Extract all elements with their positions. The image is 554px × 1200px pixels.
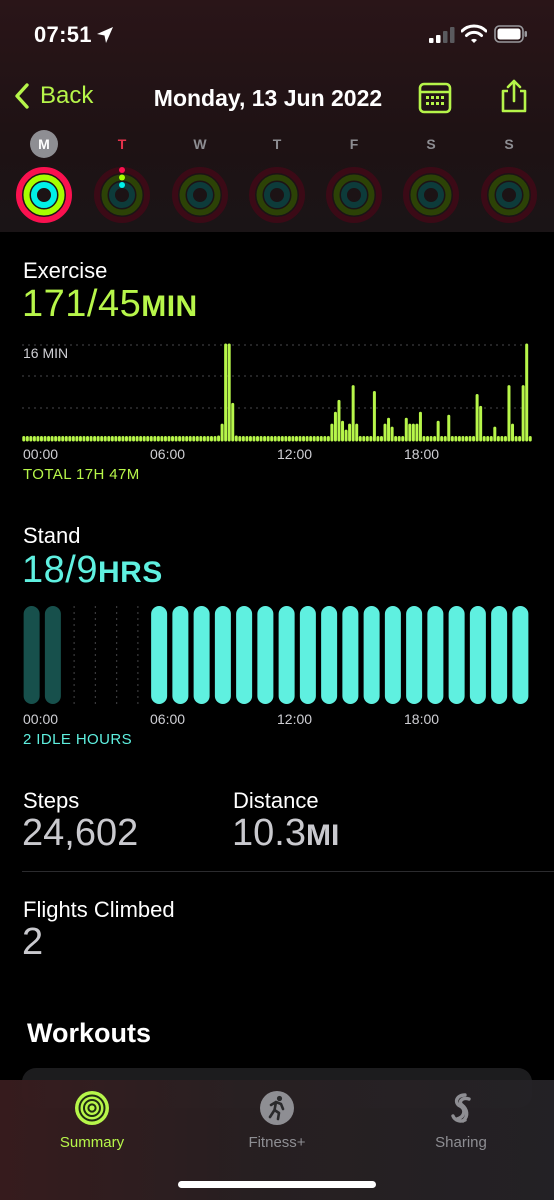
day-4[interactable]: F (324, 130, 384, 223)
exercise-x-label-2: 12:00 (277, 446, 313, 462)
steps-value: 24,602 (22, 812, 139, 854)
stand-hour-idle-bar (44, 606, 61, 704)
stand-chart (23, 606, 529, 704)
steps-label: Steps (23, 788, 80, 813)
activity-rings-icon (326, 167, 382, 223)
exercise-x-label-1: 06:00 (150, 446, 186, 462)
day-0[interactable]: M (14, 130, 74, 223)
workouts-heading: Workouts (27, 1018, 152, 1048)
stand-label: Stand (23, 523, 81, 548)
share-icon[interactable] (498, 78, 530, 114)
stats-divider (22, 871, 554, 872)
flights-value: 2 (22, 921, 44, 963)
stand-x-label-2: 12:00 (277, 711, 313, 727)
stand-hour-bar (342, 606, 359, 704)
stand-hour-bar (512, 606, 529, 704)
exercise-chart (22, 343, 532, 442)
stand-hour-bar (151, 606, 168, 704)
stand-hour-bar (172, 606, 189, 704)
day-3[interactable]: T (247, 130, 307, 223)
sharing-icon (451, 1093, 471, 1123)
exercise-x-label-3: 18:00 (404, 446, 440, 462)
stand-hour-bar (257, 606, 274, 704)
stand-hour-bar (448, 606, 465, 704)
status-bar: 07:51 (0, 0, 554, 70)
tab-fitness-plus[interactable]: Fitness+ (207, 1090, 347, 1151)
page-title: Monday, 13 Jun 2022 (0, 85, 554, 112)
distance-value: 10.3MI (232, 812, 339, 855)
activity-rings-icon (481, 167, 537, 223)
exercise-value: 171/45MIN (22, 283, 198, 326)
stand-hour-bar (469, 606, 486, 704)
activity-rings-icon (403, 167, 459, 223)
stand-hour-bar (193, 606, 210, 704)
stand-hour-bar (236, 606, 253, 704)
day-5[interactable]: S (401, 130, 461, 223)
exercise-total-caption: TOTAL 17H 47M (23, 466, 140, 483)
stand-x-label-3: 18:00 (404, 711, 440, 727)
day-6[interactable]: S (479, 130, 539, 223)
wifi-icon (461, 24, 487, 43)
battery-icon (494, 25, 527, 43)
tab-fitness-plus-label: Fitness+ (248, 1134, 306, 1151)
stand-hour-bar (299, 606, 316, 704)
day-letter: S (426, 136, 436, 152)
stand-hour-bar (278, 606, 295, 704)
tab-sharing-label: Sharing (435, 1134, 487, 1151)
navigation-bar: Back Monday, 13 Jun 2022 (0, 76, 554, 122)
activity-rings-icon (249, 167, 305, 223)
stand-x-label-1: 06:00 (150, 711, 186, 727)
flights-label: Flights Climbed (23, 897, 175, 922)
stand-hour-bar (321, 606, 338, 704)
stand-hour-bar (363, 606, 380, 704)
activity-rings-icon (75, 1091, 109, 1125)
tab-summary[interactable]: Summary (22, 1090, 162, 1151)
stand-idle-caption: 2 IDLE HOURS (23, 731, 132, 748)
day-2[interactable]: W (170, 130, 230, 223)
location-arrow-icon (97, 27, 113, 43)
tab-summary-label: Summary (59, 1134, 125, 1151)
distance-value-unit: MI (305, 819, 340, 852)
day-letter: S (504, 136, 514, 152)
exercise-x-label-0: 00:00 (23, 446, 59, 462)
page-title-text: Monday, 13 Jun 2022 (153, 85, 383, 111)
activity-rings-icon (172, 167, 228, 223)
stand-x-label-0: 00:00 (23, 711, 59, 727)
stand-hour-idle-bar (23, 606, 40, 704)
fitness-plus-icon (260, 1091, 294, 1125)
home-indicator (178, 1181, 376, 1188)
day-letter: T (117, 136, 127, 152)
exercise-value-number: 171/45 (22, 283, 142, 325)
stand-hour-bar (491, 606, 508, 704)
activity-rings-icon (16, 167, 72, 223)
status-time: 07:51 (34, 22, 92, 47)
stand-hour-bar (214, 606, 231, 704)
activity-rings-icon (94, 167, 150, 223)
stand-value: 18/9HRS (22, 549, 163, 592)
day-letter: T (272, 136, 282, 152)
distance-value-number: 10.3 (232, 812, 306, 854)
distance-label: Distance (233, 788, 319, 813)
day-letter: M (30, 130, 58, 158)
exercise-value-unit: MIN (141, 290, 198, 323)
week-selector: MTWTFSS (0, 130, 554, 226)
day-1[interactable]: T (92, 130, 152, 223)
stand-hour-bar (427, 606, 444, 704)
cellular-signal-icon (429, 27, 455, 43)
stand-value-unit: HRS (97, 556, 163, 589)
exercise-label: Exercise (23, 258, 108, 283)
tab-sharing[interactable]: Sharing (391, 1090, 531, 1151)
calendar-icon[interactable] (418, 82, 452, 114)
exercise-scale-label: 16 MIN (23, 345, 69, 361)
stand-value-number: 18/9 (22, 549, 98, 591)
day-letter: F (349, 136, 359, 152)
stand-hour-bar (406, 606, 423, 704)
stand-hour-bar (384, 606, 401, 704)
day-letter: W (193, 136, 207, 152)
